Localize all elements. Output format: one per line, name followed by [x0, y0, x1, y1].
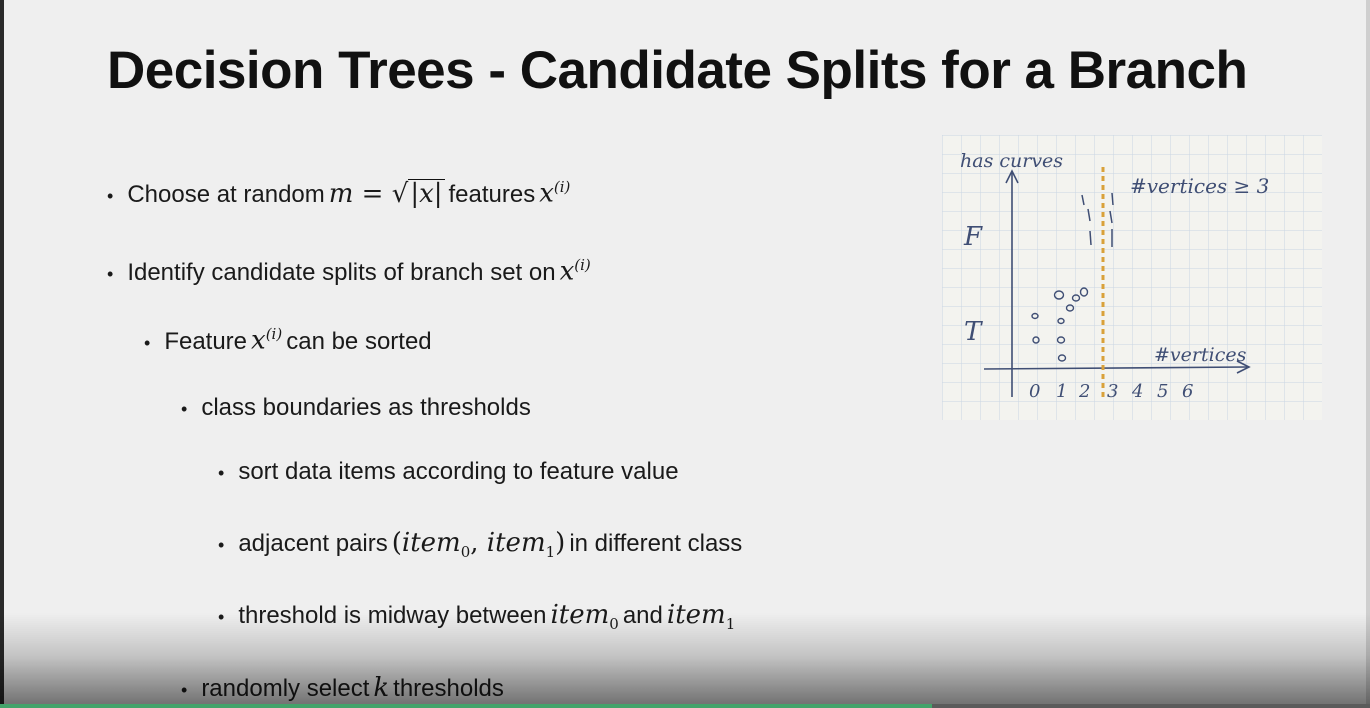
- left-frame-edge: [0, 0, 4, 708]
- bullet-class-boundaries: • class boundaries as thresholds: [181, 394, 531, 421]
- right-frame-edge: [1366, 0, 1370, 708]
- x-tick-label: 4: [1131, 381, 1143, 402]
- y-class-true-label: T: [964, 317, 983, 347]
- bullet-choose-features: • Choose at random m = √|x| features x(i…: [107, 178, 571, 209]
- math-item-pair: (item0, item1): [391, 528, 566, 562]
- x-tick-label: 1: [1056, 381, 1067, 402]
- math-x-i: x(i): [251, 325, 283, 356]
- x-tick-label: 2: [1078, 381, 1090, 402]
- x-tick-label: 5: [1157, 381, 1168, 402]
- bullet-dot: •: [144, 332, 151, 353]
- bullet-dot: •: [181, 680, 188, 700]
- video-progress-track[interactable]: [0, 704, 1370, 708]
- bullet-feature-sorted: • Feature x(i) can be sorted: [144, 325, 432, 356]
- threshold-label: #vertices ≥ 3: [1130, 174, 1269, 198]
- math-sqrt: m = √|x|: [328, 178, 445, 209]
- x-tick-label: 0: [1029, 381, 1040, 402]
- math-x-i: x(i): [539, 178, 571, 209]
- math-x-i: x(i): [559, 256, 591, 287]
- data-mark: [1089, 230, 1092, 246]
- handdrawn-sketch: has curves #vertices ≥ 3 #vertices F T 0…: [942, 135, 1322, 420]
- math-k: k: [373, 673, 390, 703]
- x-tick-label: 3: [1107, 381, 1118, 402]
- math-item0: item0: [550, 600, 619, 634]
- bullet-adjacent-pairs: • adjacent pairs (item0, item1) in diffe…: [218, 528, 743, 562]
- math-item1: item1: [666, 600, 736, 634]
- bullet-sort-items: • sort data items according to feature v…: [218, 458, 679, 485]
- y-class-false-label: F: [963, 222, 983, 252]
- x-tick-label: 6: [1182, 381, 1193, 402]
- x-axis-label: #vertices: [1154, 344, 1247, 366]
- bullet-dot: •: [181, 399, 188, 419]
- slide-title: Decision Trees - Candidate Splits for a …: [107, 41, 1248, 100]
- bullet-dot: •: [107, 185, 114, 206]
- bullet-dot: •: [218, 463, 225, 483]
- bullet-identify-splits: • Identify candidate splits of branch se…: [107, 256, 591, 287]
- bullet-threshold-midway: • threshold is midway between item0 and …: [218, 600, 736, 634]
- bullet-dot: •: [107, 263, 114, 284]
- bullet-dot: •: [218, 607, 225, 627]
- data-mark: [1111, 192, 1114, 206]
- bullet-random-thresholds: • randomly select k thresholds: [181, 673, 504, 703]
- bullet-dot: •: [218, 535, 225, 555]
- sketch-canvas: has curves #vertices ≥ 3 #vertices F T 0…: [942, 135, 1322, 420]
- video-progress-fill: [0, 704, 932, 708]
- y-axis-label: has curves: [960, 150, 1063, 172]
